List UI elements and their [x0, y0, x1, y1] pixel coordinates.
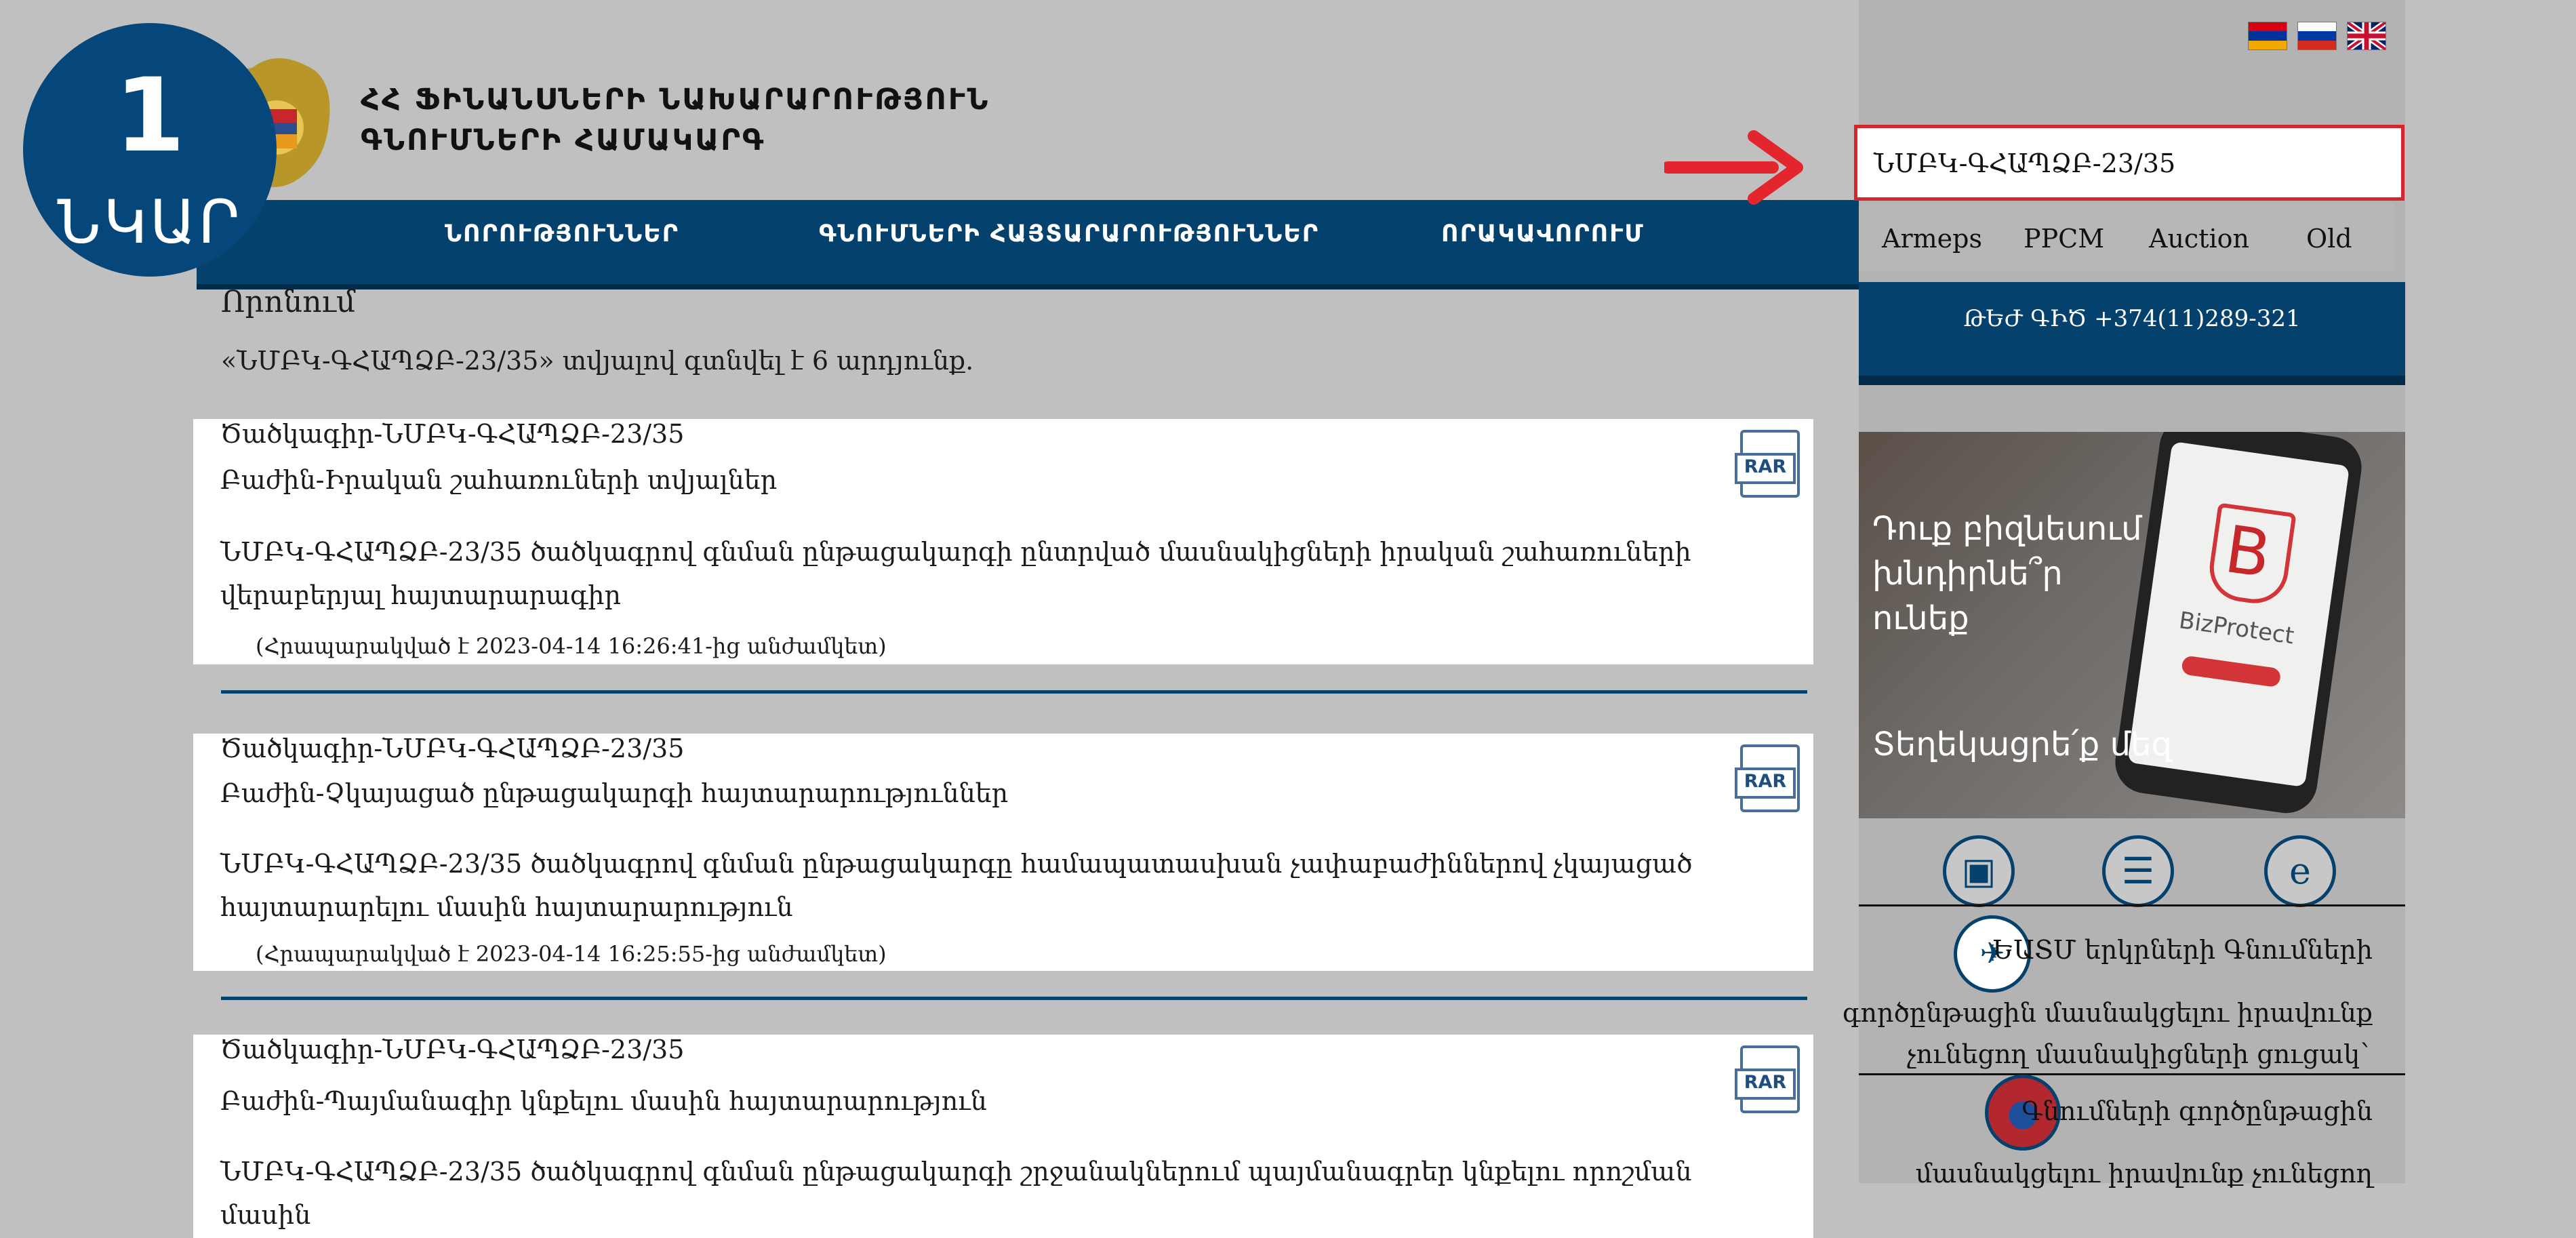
nav-procurement-announcements[interactable]: ԳՆՈՒՄՆԵՐԻ ՀԱՅՏԱՐԱՐՈՒԹՅՈՒՆՆԵՐ	[819, 220, 1319, 247]
hotline-text: ԹԵԺ ԳԻԾ +374(11)289-321	[1963, 305, 2301, 332]
ministry-title-line1: ՀՀ ՖԻՆԱՆՍՆԵՐԻ ՆԱԽԱՐԱՐՈՒԹՅՈՒՆ	[361, 83, 990, 117]
step-badge: 1 ՆԿԱՐ	[23, 23, 277, 277]
main-navigation: ՆՈՐՈՒԹՅՈՒՆՆԵՐ ԳՆՈՒՄՆԵՐԻ ՀԱՅՏԱՐԱՐՈՒԹՅՈՒՆՆ…	[197, 200, 1864, 289]
rar-file-icon[interactable]: RAR	[1735, 430, 1800, 498]
link-ppcm[interactable]: PPCM	[2024, 224, 2104, 254]
report-issue-pill	[2181, 655, 2282, 688]
result-description[interactable]: ՆՄԲԿ-ԳՀԱՊՁԲ-23/35 ծածկագրով գնման ընթացա…	[220, 530, 1725, 617]
uk-flag-icon[interactable]	[2347, 22, 2386, 50]
step-number: 1	[114, 57, 186, 175]
result-published-date: (Հրապարակված է 2023-04-14 16:26:41-ից ան…	[256, 633, 887, 659]
result-code[interactable]: Ծածկագիր-ՆՄԲԿ-ԳՀԱՊՁԲ-23/35	[220, 1035, 684, 1064]
nav-qualification[interactable]: ՈՐԱԿԱՎՈՐՈՒՄ	[1441, 220, 1645, 247]
document-list-icon[interactable]: ☰	[2102, 835, 2174, 907]
bizprotect-banner[interactable]: B BizProtect Դուք բիզնեսում խնդիրնե՞ր ու…	[1859, 432, 2405, 818]
search-results-summary: «ՆՄԲԿ-ԳՀԱՊՁԲ-23/35» տվյալով գտնվել է 6 ա…	[221, 346, 974, 376]
search-result-card: Ծածկագիր-ՆՄԲԿ-ԳՀԱՊՁԲ-23/35 Բաժին-Պայմանա…	[193, 1035, 1813, 1238]
result-description[interactable]: ՆՄԲԿ-ԳՀԱՊՁԲ-23/35 ծածկագրով գնման ընթացա…	[220, 842, 1725, 929]
search-input[interactable]: ՆՄԲԿ-ԳՀԱՊՁԲ-23/35	[1854, 125, 2404, 201]
russian-flag-icon[interactable]	[2297, 22, 2337, 50]
result-separator	[221, 690, 1807, 694]
armenian-flag-icon[interactable]	[2248, 22, 2287, 50]
archive-icon[interactable]: ▣	[1943, 835, 2015, 907]
rar-file-icon[interactable]: RAR	[1735, 744, 1800, 812]
hotline-block: ԹԵԺ ԳԻԾ +374(11)289-321	[1859, 282, 2405, 385]
banner-question-line1: Դուք բիզնեսում	[1872, 510, 2142, 548]
eaeu-list-line1[interactable]: ԵԱՏՄ երկրների Գնումների	[1993, 930, 2373, 970]
result-published-date: (Հրապարակված է 2023-04-14 16:25:55-ից ան…	[256, 941, 887, 967]
banned-list-line2[interactable]: մասնակցելու իրավունք չունեցող	[1916, 1154, 2373, 1193]
result-separator	[221, 997, 1807, 1000]
sidebar-divider	[1859, 1073, 2405, 1075]
pointer-arrow-icon	[1664, 130, 1803, 205]
result-description[interactable]: ՆՄԲԿ-ԳՀԱՊՁԲ-23/35 ծածկագրով գնման ընթացա…	[220, 1150, 1725, 1237]
link-auction[interactable]: Auction	[2149, 224, 2249, 254]
sidebar-divider	[1859, 904, 2405, 906]
banned-list-line1[interactable]: Գնումների գործընթացին	[2021, 1092, 2373, 1131]
nav-news[interactable]: ՆՈՐՈՒԹՅՈՒՆՆԵՐ	[445, 220, 679, 247]
external-links-bar: Armeps PPCM Auction Old	[1859, 203, 2394, 271]
result-section: Բաժին-Պայմանագիր կնքելու մասին հայտարարո…	[220, 1086, 987, 1116]
search-page-title: Որոնում	[221, 285, 356, 319]
result-section: Բաժին-Չկայացած ընթացակարգի հայտարարությո…	[220, 778, 1009, 808]
search-result-card: Ծածկագիր-ՆՄԲԿ-ԳՀԱՊՁԲ-23/35 Բաժին-Իրական …	[193, 419, 1813, 664]
step-label: ՆԿԱՐ	[57, 187, 243, 257]
banner-question-line3: ունեք	[1872, 599, 1969, 637]
result-code[interactable]: Ծածկագիր-ՆՄԲԿ-ԳՀԱՊՁԲ-23/35	[220, 734, 684, 763]
result-code[interactable]: Ծածկագիր-ՆՄԲԿ-ԳՀԱՊՁԲ-23/35	[220, 419, 684, 449]
banner-question-line2: խնդիրնե՞ր	[1872, 555, 2063, 593]
e-icon[interactable]: e	[2264, 835, 2336, 907]
search-result-card: Ծածկագիր-ՆՄԲԿ-ԳՀԱՊՁԲ-23/35 Բաժին-Չկայացա…	[193, 734, 1813, 971]
eaeu-list-line2[interactable]: գործընթացին մասնակցելու իրավունք	[1843, 993, 2373, 1033]
eaeu-list-line3[interactable]: չունեցող մասնակիցների ցուցակ`	[1907, 1035, 2373, 1074]
bizprotect-logo: BizProtect	[2177, 607, 2296, 650]
banner-call-to-action: Տեղեկացրե՛ք մեզ	[1872, 725, 2172, 763]
rar-file-icon[interactable]: RAR	[1735, 1045, 1800, 1113]
result-section: Բաժին-Իրական շահառուների տվյալներ	[220, 465, 778, 495]
link-old[interactable]: Old	[2306, 224, 2352, 254]
ministry-title-line2: ԳՆՈՒՄՆԵՐԻ ՀԱՄԱԿԱՐԳ	[361, 123, 766, 157]
link-armeps[interactable]: Armeps	[1882, 224, 1982, 254]
